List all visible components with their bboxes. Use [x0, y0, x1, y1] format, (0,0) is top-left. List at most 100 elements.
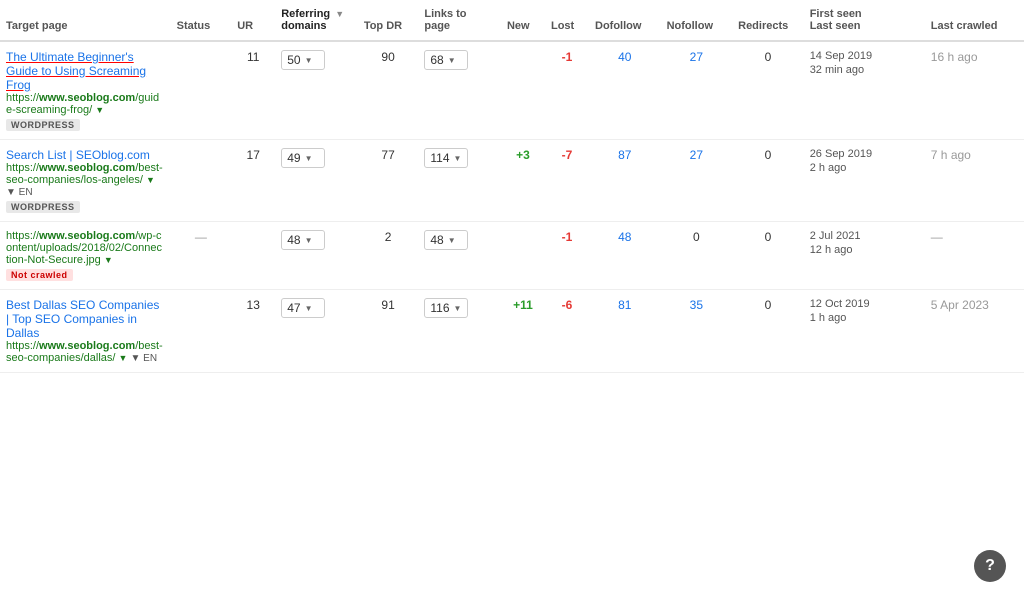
dropdown-arrow-icon: ▼ — [305, 154, 313, 163]
links-to-page-dropdown[interactable]: 48 ▼ — [424, 230, 468, 250]
cell-referring-domains[interactable]: 50 ▼ — [275, 41, 358, 140]
links-to-page-dropdown[interactable]: 116 ▼ — [424, 298, 468, 318]
last-seen: 2 h ago — [810, 162, 919, 174]
col-header-referring-domains[interactable]: Referring ▼domains — [275, 0, 358, 41]
cell-referring-domains[interactable]: 47 ▼ — [275, 290, 358, 373]
cell-top-dr: 91 — [358, 290, 419, 373]
url-dropdown-arrow[interactable]: ▼ — [95, 105, 104, 115]
dofollow-value: 48 — [618, 230, 631, 244]
url-dropdown-arrow[interactable]: ▼ — [119, 353, 128, 363]
cell-first-last-seen: 12 Oct 2019 1 h ago — [804, 290, 925, 373]
col-header-new: New — [501, 0, 545, 41]
url-flag: ▼ EN — [131, 353, 158, 364]
target-url: https://www.seoblog.com/best-seo-compani… — [6, 162, 165, 198]
cell-links-to-page[interactable]: 116 ▼ — [418, 290, 501, 373]
first-seen: 26 Sep 2019 — [810, 148, 919, 160]
col-header-redirects: Redirects — [732, 0, 804, 41]
referring-domains-dropdown[interactable]: 48 ▼ — [281, 230, 325, 250]
cell-status: — — [171, 222, 232, 290]
referring-domains-dropdown[interactable]: 47 ▼ — [281, 298, 325, 318]
help-button[interactable]: ? — [974, 550, 1006, 582]
target-title-link[interactable]: Best Dallas SEO Companies | Top SEO Comp… — [6, 298, 165, 340]
cell-last-crawled: 7 h ago — [925, 140, 1024, 222]
cell-dofollow: 87 — [589, 140, 661, 222]
cell-target-page: The Ultimate Beginner's Guide to Using S… — [0, 41, 171, 140]
nofollow-value: 27 — [690, 148, 703, 162]
cell-referring-domains[interactable]: 49 ▼ — [275, 140, 358, 222]
cell-status — [171, 41, 232, 140]
cell-lost: -6 — [545, 290, 589, 373]
cell-dofollow: 48 — [589, 222, 661, 290]
cell-last-crawled: 5 Apr 2023 — [925, 290, 1024, 373]
new-value: +3 — [516, 148, 530, 162]
url-dropdown-arrow[interactable]: ▼ — [104, 255, 113, 265]
cell-target-page: Search List | SEOblog.comhttps://www.seo… — [0, 140, 171, 222]
referring-domains-dropdown[interactable]: 50 ▼ — [281, 50, 325, 70]
cell-dofollow: 81 — [589, 290, 661, 373]
cell-target-page: https://www.seoblog.com/wp-content/uploa… — [0, 222, 171, 290]
cell-redirects: 0 — [732, 140, 804, 222]
cell-lost: -1 — [545, 222, 589, 290]
col-header-top-dr: Top DR — [358, 0, 419, 41]
dropdown-arrow-icon: ▼ — [454, 304, 462, 313]
cell-nofollow: 27 — [661, 140, 733, 222]
cell-ur: 13 — [231, 290, 275, 373]
last-seen: 12 h ago — [810, 244, 919, 256]
cell-top-dr: 2 — [358, 222, 419, 290]
first-seen: 12 Oct 2019 — [810, 298, 919, 310]
cell-redirects: 0 — [732, 290, 804, 373]
cell-lost: -1 — [545, 41, 589, 140]
cell-links-to-page[interactable]: 114 ▼ — [418, 140, 501, 222]
target-url: https://www.seoblog.com/best-seo-compani… — [6, 340, 165, 364]
cell-referring-domains[interactable]: 48 ▼ — [275, 222, 358, 290]
lost-value: -7 — [562, 148, 573, 162]
target-url: https://www.seoblog.com/guide-screaming-… — [6, 92, 165, 116]
cell-ur: 11 — [231, 41, 275, 140]
dropdown-arrow-icon: ▼ — [305, 56, 313, 65]
first-seen: 14 Sep 2019 — [810, 50, 919, 62]
last-crawled-value: — — [931, 230, 943, 244]
col-header-lost: Lost — [545, 0, 589, 41]
cell-links-to-page[interactable]: 68 ▼ — [418, 41, 501, 140]
last-crawled-value: 7 h ago — [931, 148, 971, 162]
cell-new: +11 — [501, 290, 545, 373]
last-crawled-value: 5 Apr 2023 — [931, 298, 989, 312]
cell-links-to-page[interactable]: 48 ▼ — [418, 222, 501, 290]
cell-redirects: 0 — [732, 222, 804, 290]
last-seen: 1 h ago — [810, 312, 919, 324]
cell-first-last-seen: 26 Sep 2019 2 h ago — [804, 140, 925, 222]
dropdown-arrow-icon: ▼ — [454, 154, 462, 163]
col-header-last-crawled: Last crawled — [925, 0, 1024, 41]
cell-status — [171, 290, 232, 373]
target-url: https://www.seoblog.com/wp-content/uploa… — [6, 230, 165, 266]
target-badge: WORDPRESS — [6, 198, 165, 213]
cell-nofollow: 0 — [661, 222, 733, 290]
cell-new — [501, 41, 545, 140]
links-to-page-dropdown[interactable]: 114 ▼ — [424, 148, 468, 168]
nofollow-value: 35 — [690, 298, 703, 312]
referring-domains-dropdown[interactable]: 49 ▼ — [281, 148, 325, 168]
nofollow-value: 27 — [690, 50, 703, 64]
cell-nofollow: 35 — [661, 290, 733, 373]
links-to-page-dropdown[interactable]: 68 ▼ — [424, 50, 468, 70]
table-row: Search List | SEOblog.comhttps://www.seo… — [0, 140, 1024, 222]
nofollow-value: 0 — [693, 230, 700, 244]
cell-last-crawled: — — [925, 222, 1024, 290]
target-badge: WORDPRESS — [6, 116, 165, 131]
table-row: The Ultimate Beginner's Guide to Using S… — [0, 41, 1024, 140]
dropdown-arrow-icon: ▼ — [448, 56, 456, 65]
cell-first-last-seen: 2 Jul 202112 h ago — [804, 222, 925, 290]
col-header-ur: UR — [231, 0, 275, 41]
url-dropdown-arrow[interactable]: ▼ — [146, 175, 155, 185]
sort-arrow-icon: ▼ — [335, 9, 344, 19]
url-flag: ▼ EN — [6, 187, 33, 198]
dofollow-value: 81 — [618, 298, 631, 312]
lost-value: -1 — [562, 50, 573, 64]
target-title-link[interactable]: The Ultimate Beginner's Guide to Using S… — [6, 50, 165, 92]
cell-new — [501, 222, 545, 290]
dofollow-value: 40 — [618, 50, 631, 64]
table-header-row: Target page Status UR Referring ▼domains… — [0, 0, 1024, 41]
target-title-link[interactable]: Search List | SEOblog.com — [6, 148, 165, 162]
table-row: https://www.seoblog.com/wp-content/uploa… — [0, 222, 1024, 290]
cell-target-page: Best Dallas SEO Companies | Top SEO Comp… — [0, 290, 171, 373]
